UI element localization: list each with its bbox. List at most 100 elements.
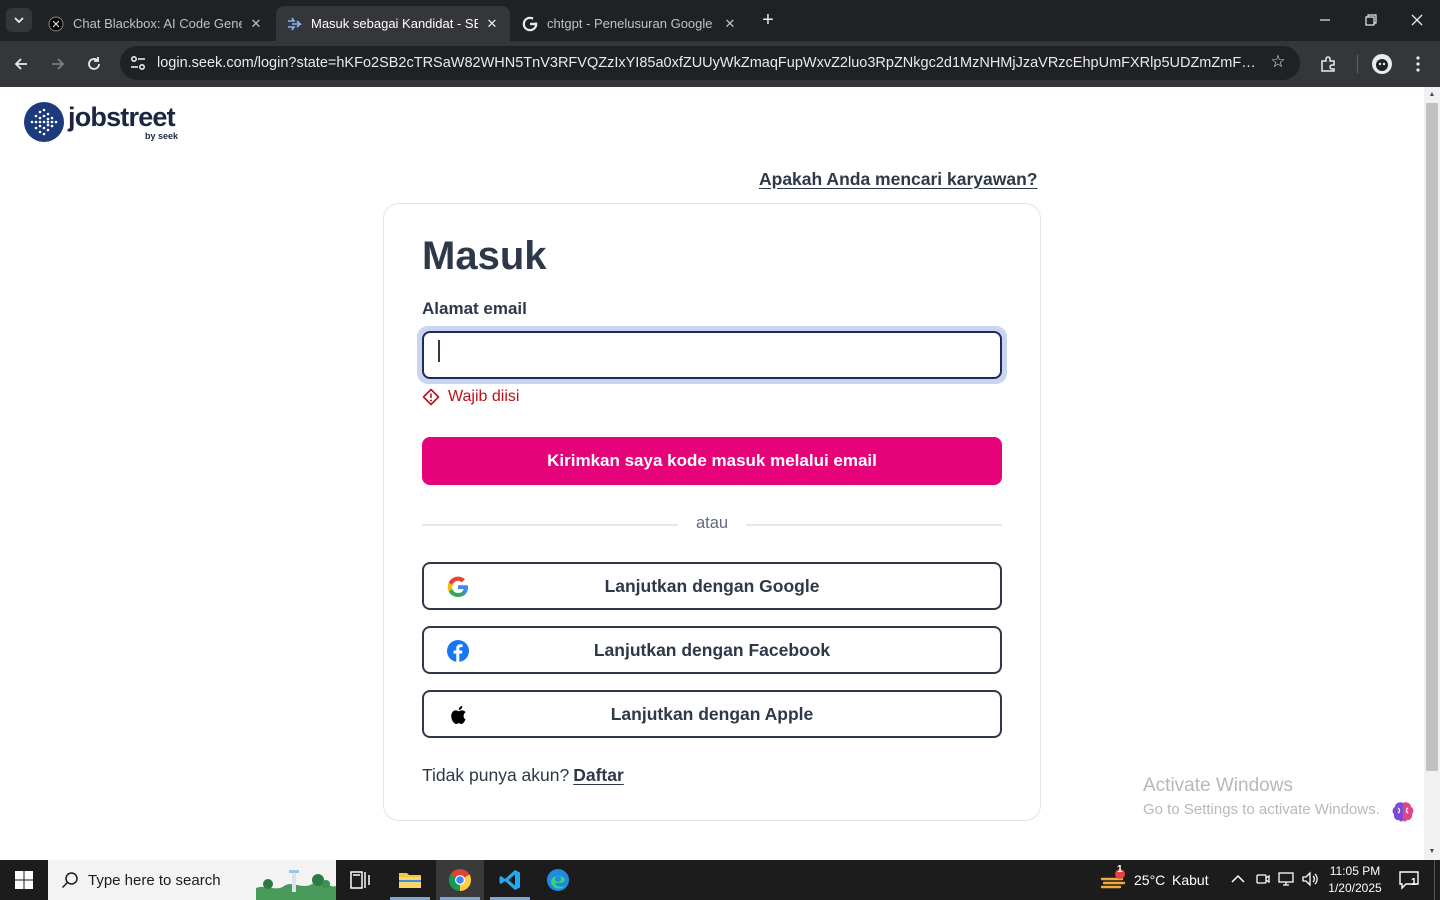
reload-icon	[88, 57, 100, 70]
site-info-icon[interactable]	[128, 53, 148, 73]
close-window-button[interactable]	[1394, 0, 1440, 40]
tab-title: Chat Blackbox: AI Code Generat	[73, 16, 242, 31]
edge-taskbar-button[interactable]	[534, 860, 582, 900]
new-tab-button[interactable]: +	[757, 9, 779, 31]
weather-description[interactable]: Kabut	[1172, 872, 1209, 888]
scroll-down-arrow-icon[interactable]: ▼	[1424, 845, 1440, 859]
clock-date: 1/20/2025	[1328, 881, 1382, 895]
blackbox-icon	[48, 16, 64, 32]
system-clock[interactable]: 11:05 PM 1/20/2025	[1322, 863, 1388, 897]
show-hidden-icons-chevron-icon[interactable]	[1229, 871, 1247, 889]
task-view-icon	[350, 871, 370, 889]
send-email-code-button[interactable]: Kirimkan saya kode masuk melalui email	[422, 437, 1002, 485]
ai-assistant-icon[interactable]	[1390, 799, 1416, 825]
back-arrow-icon	[14, 58, 27, 70]
minimize-button[interactable]	[1302, 0, 1348, 40]
jobstreet-logo[interactable]: jobstreet by seek	[24, 102, 180, 142]
puzzle-icon	[1321, 56, 1335, 72]
notification-count: 1	[1411, 877, 1417, 888]
page-scrollbar[interactable]: ▲ ▼	[1424, 87, 1440, 860]
apple-button-label: Lanjutkan dengan Apple	[610, 703, 814, 724]
tab-search-button[interactable]	[6, 8, 32, 32]
facebook-login-button[interactable]: Lanjutkan dengan Facebook	[422, 626, 1002, 674]
tab-title: Masuk sebagai Kandidat - SEEK	[311, 16, 478, 31]
signup-row: Tidak punya akun? Daftar	[422, 765, 624, 786]
search-placeholder: Type here to search	[88, 872, 221, 889]
notification-center-button[interactable]: 1	[1398, 870, 1420, 890]
email-label: Alamat email	[422, 299, 527, 318]
bookmark-star-icon[interactable]: ☆	[1268, 52, 1288, 72]
tab-blackbox[interactable]: Chat Blackbox: AI Code Generat ✕	[38, 6, 274, 41]
text-caret	[438, 340, 440, 362]
email-error: Wajib diisi	[422, 388, 519, 406]
google-login-button[interactable]: Lanjutkan dengan Google	[422, 562, 1002, 610]
seek-icon	[286, 16, 302, 32]
scrollbar-thumb[interactable]	[1426, 103, 1438, 771]
tab-seek[interactable]: Masuk sebagai Kandidat - SEEK ✕	[276, 6, 510, 41]
watermark-subtitle: Go to Settings to activate Windows.	[1143, 801, 1380, 818]
forward-arrow-icon	[52, 58, 65, 70]
volume-icon[interactable]	[1301, 871, 1319, 889]
restore-button[interactable]	[1348, 0, 1394, 40]
close-tab-icon[interactable]: ✕	[722, 16, 738, 32]
forward-button[interactable]	[43, 49, 73, 79]
search-icon	[61, 872, 78, 889]
jobstreet-logo-mark	[24, 102, 64, 142]
facebook-button-label: Lanjutkan dengan Facebook	[593, 639, 831, 660]
google-button-label: Lanjutkan dengan Google	[604, 575, 820, 596]
warning-icon	[422, 388, 440, 406]
taskbar-search-box[interactable]: Type here to search	[48, 860, 336, 900]
logo-sub: by seek	[144, 131, 178, 141]
file-explorer-button[interactable]	[386, 860, 434, 900]
close-icon	[1411, 14, 1423, 26]
page-title: Masuk	[422, 234, 547, 278]
email-field[interactable]	[422, 331, 1002, 379]
scroll-up-arrow-icon[interactable]: ▲	[1424, 88, 1440, 102]
apple-login-button[interactable]: Lanjutkan dengan Apple	[422, 690, 1002, 738]
windows-logo-icon	[15, 871, 33, 889]
divider-line-right	[746, 524, 1002, 526]
start-button[interactable]	[0, 860, 48, 900]
network-icon[interactable]	[1278, 871, 1296, 889]
search-highlight-illustration	[256, 870, 336, 900]
weather-temperature[interactable]: 25°C	[1134, 872, 1165, 888]
close-tab-icon[interactable]: ✕	[248, 16, 264, 32]
or-divider: atau	[422, 514, 1002, 534]
close-tab-icon[interactable]: ✕	[484, 16, 500, 32]
facebook-icon	[447, 640, 469, 662]
vscode-icon	[499, 870, 520, 890]
kebab-menu-icon	[1416, 56, 1420, 72]
profile-avatar[interactable]	[1367, 49, 1397, 79]
tab-google-search[interactable]: chtgpt - Penelusuran Google ✕	[512, 6, 748, 41]
activate-windows-watermark: Activate Windows Go to Settings to activ…	[1143, 775, 1380, 818]
meet-now-icon[interactable]	[1254, 871, 1272, 889]
avatar-icon	[1372, 54, 1392, 74]
task-view-button[interactable]	[336, 860, 384, 900]
clock-time: 11:05 PM	[1329, 864, 1381, 878]
extensions-button[interactable]	[1313, 49, 1343, 79]
vscode-taskbar-button[interactable]	[486, 860, 534, 900]
address-bar[interactable]: login.seek.com/login?state=hKFo2SB2cTRSa…	[120, 46, 1300, 80]
back-button[interactable]	[6, 49, 36, 79]
chevron-down-icon	[14, 17, 24, 24]
weather-badge: 1	[1117, 864, 1123, 875]
signup-prompt: Tidak punya akun?	[422, 765, 570, 785]
reload-button[interactable]	[79, 49, 109, 79]
windows-taskbar: Type here to search 1 25°C Kabut 11:05 P…	[0, 860, 1440, 900]
google-icon	[522, 16, 538, 32]
browser-toolbar: login.seek.com/login?state=hKFo2SB2cTRSa…	[0, 41, 1440, 87]
chrome-taskbar-button[interactable]	[436, 860, 484, 900]
employer-link[interactable]: Apakah Anda mencari karyawan?	[759, 169, 1038, 190]
folder-icon	[399, 873, 421, 888]
watermark-title: Activate Windows	[1143, 775, 1293, 796]
browser-menu-button[interactable]	[1403, 49, 1433, 79]
apple-icon	[451, 706, 466, 725]
tab-title: chtgpt - Penelusuran Google	[547, 16, 713, 31]
error-text: Wajib diisi	[448, 388, 520, 405]
login-card: Masuk Alamat email Wajib diisi Kirimkan …	[383, 203, 1041, 821]
browser-tab-bar: Chat Blackbox: AI Code Generat ✕ Masuk s…	[0, 0, 1440, 41]
chrome-icon	[449, 869, 471, 891]
url-text: login.seek.com/login?state=hKFo2SB2cTRSa…	[157, 55, 1257, 71]
signup-link[interactable]: Daftar	[573, 765, 624, 785]
show-desktop-button[interactable]	[1434, 860, 1435, 900]
